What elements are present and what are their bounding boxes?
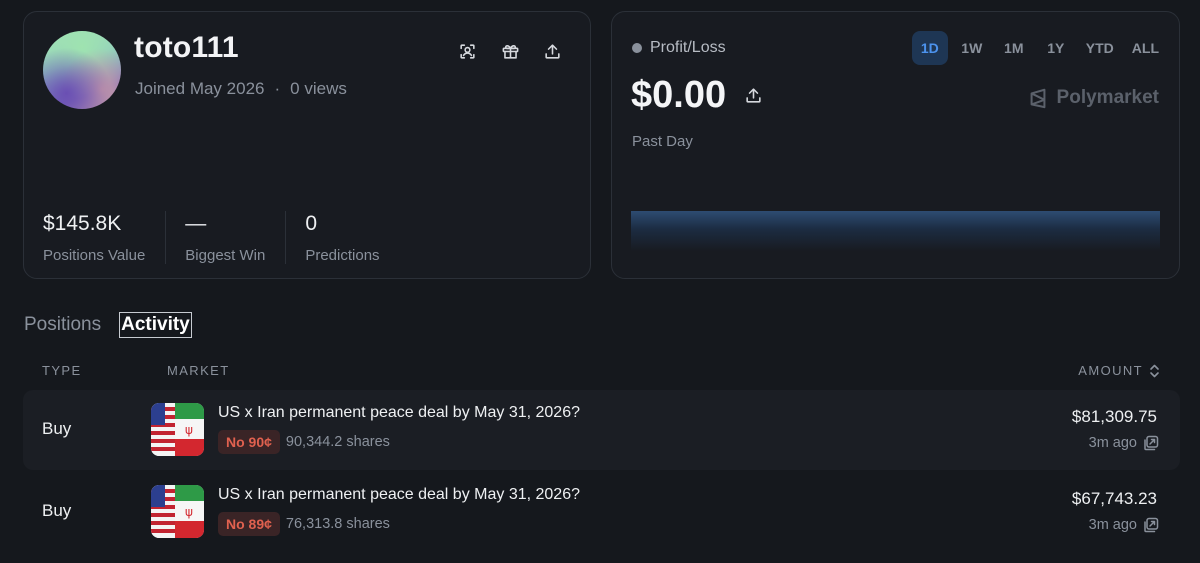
range-ytd[interactable]: YTD bbox=[1080, 31, 1120, 65]
trade-outcome: No 89¢ 76,313.8 shares bbox=[218, 512, 390, 536]
market-image-us-iran-flags[interactable]: ψ bbox=[151, 485, 204, 538]
table-row[interactable]: Buy ψ US x Iran permanent peace deal by bbox=[23, 390, 1180, 470]
trade-amount: $81,309.75 bbox=[1071, 407, 1157, 426]
stat-biggest-win: — Biggest Win bbox=[165, 211, 285, 264]
time-ago: 3m ago bbox=[1088, 517, 1137, 533]
stat-value: — bbox=[185, 212, 207, 235]
svg-text:ψ: ψ bbox=[185, 505, 193, 519]
brand-name: Polymarket bbox=[1056, 87, 1159, 108]
meta-separator: · bbox=[274, 79, 281, 98]
stat-value: $145.8K bbox=[43, 212, 122, 235]
range-1y[interactable]: 1Y bbox=[1038, 31, 1074, 65]
shares-count: 76,313.8 shares bbox=[285, 516, 390, 532]
outcome-badge: No 89¢ bbox=[218, 512, 280, 536]
range-all[interactable]: ALL bbox=[1126, 31, 1165, 65]
stat-label: Predictions bbox=[305, 247, 380, 264]
market-title-link[interactable]: US x Iran permanent peace deal by May 31… bbox=[218, 404, 580, 422]
activity-type: Buy bbox=[42, 501, 72, 520]
stat-positions-value: $145.8K Positions Value bbox=[43, 211, 165, 264]
shares-count: 90,344.2 shares bbox=[285, 434, 390, 450]
column-header-amount-label: AMOUNT bbox=[1078, 363, 1143, 378]
column-header-market: MARKET bbox=[167, 363, 230, 378]
stat-label: Biggest Win bbox=[185, 247, 266, 264]
range-1m[interactable]: 1M bbox=[996, 31, 1032, 65]
pnl-title-text: Profit/Loss bbox=[650, 39, 726, 56]
polymarket-logo-icon bbox=[1030, 88, 1045, 109]
stat-predictions: 0 Predictions bbox=[285, 211, 399, 264]
external-link-icon[interactable] bbox=[1143, 435, 1159, 451]
pnl-chart-area bbox=[631, 211, 1160, 251]
gift-icon[interactable] bbox=[499, 40, 521, 62]
svg-text:ψ: ψ bbox=[185, 423, 193, 437]
tab-positions[interactable]: Positions bbox=[23, 313, 102, 337]
column-header-amount[interactable]: AMOUNT bbox=[1078, 363, 1160, 378]
pnl-title: Profit/Loss bbox=[632, 39, 726, 57]
status-dot-icon bbox=[632, 43, 642, 53]
avatar[interactable] bbox=[43, 31, 121, 109]
market-image-us-iran-flags[interactable]: ψ bbox=[151, 403, 204, 456]
stat-value: 0 bbox=[305, 212, 318, 235]
pnl-amount: $0.00 bbox=[631, 74, 727, 116]
username: toto111 bbox=[134, 31, 239, 64]
joined-date: Joined May 2026 bbox=[135, 79, 265, 98]
views-count: 0 views bbox=[290, 79, 347, 98]
trade-outcome: No 90¢ 90,344.2 shares bbox=[218, 430, 390, 454]
external-link-icon[interactable] bbox=[1143, 517, 1159, 533]
profile-scan-icon[interactable] bbox=[456, 40, 478, 62]
profit-loss-card: Profit/Loss 1D 1W 1M 1Y YTD ALL $0.00 Po… bbox=[611, 11, 1180, 279]
stat-label: Positions Value bbox=[43, 247, 146, 264]
profile-card: toto111 Joined May 2026 · 0 views $145.8… bbox=[23, 11, 591, 279]
share-upload-icon[interactable] bbox=[742, 85, 764, 107]
range-1w[interactable]: 1W bbox=[954, 31, 990, 65]
polymarket-logo: Polymarket bbox=[1027, 87, 1159, 109]
market-title-link[interactable]: US x Iran permanent peace deal by May 31… bbox=[218, 486, 580, 504]
profile-meta: Joined May 2026 · 0 views bbox=[135, 79, 347, 99]
activity-type: Buy bbox=[42, 419, 72, 438]
time-ago: 3m ago bbox=[1088, 435, 1137, 451]
trade-time: 3m ago bbox=[1089, 435, 1159, 451]
range-1d[interactable]: 1D bbox=[911, 31, 948, 65]
trade-amount: $67,743.23 bbox=[1071, 489, 1157, 508]
tab-activity[interactable]: Activity bbox=[119, 312, 192, 338]
main-tabs: Positions Activity bbox=[23, 312, 192, 338]
share-upload-icon[interactable] bbox=[541, 40, 563, 62]
sort-icon bbox=[1150, 364, 1159, 377]
trade-time: 3m ago bbox=[1089, 517, 1159, 533]
pnl-value: $0.00 bbox=[631, 74, 764, 117]
profile-stats: $145.8K Positions Value — Biggest Win 0 … bbox=[43, 211, 400, 264]
range-selector: 1D 1W 1M 1Y YTD ALL bbox=[911, 31, 1165, 65]
table-row[interactable]: Buy ψ US x Iran permanent peace deal by bbox=[23, 472, 1180, 552]
outcome-badge: No 90¢ bbox=[218, 430, 280, 454]
pnl-period: Past Day bbox=[632, 133, 693, 150]
column-header-type: TYPE bbox=[42, 363, 82, 378]
